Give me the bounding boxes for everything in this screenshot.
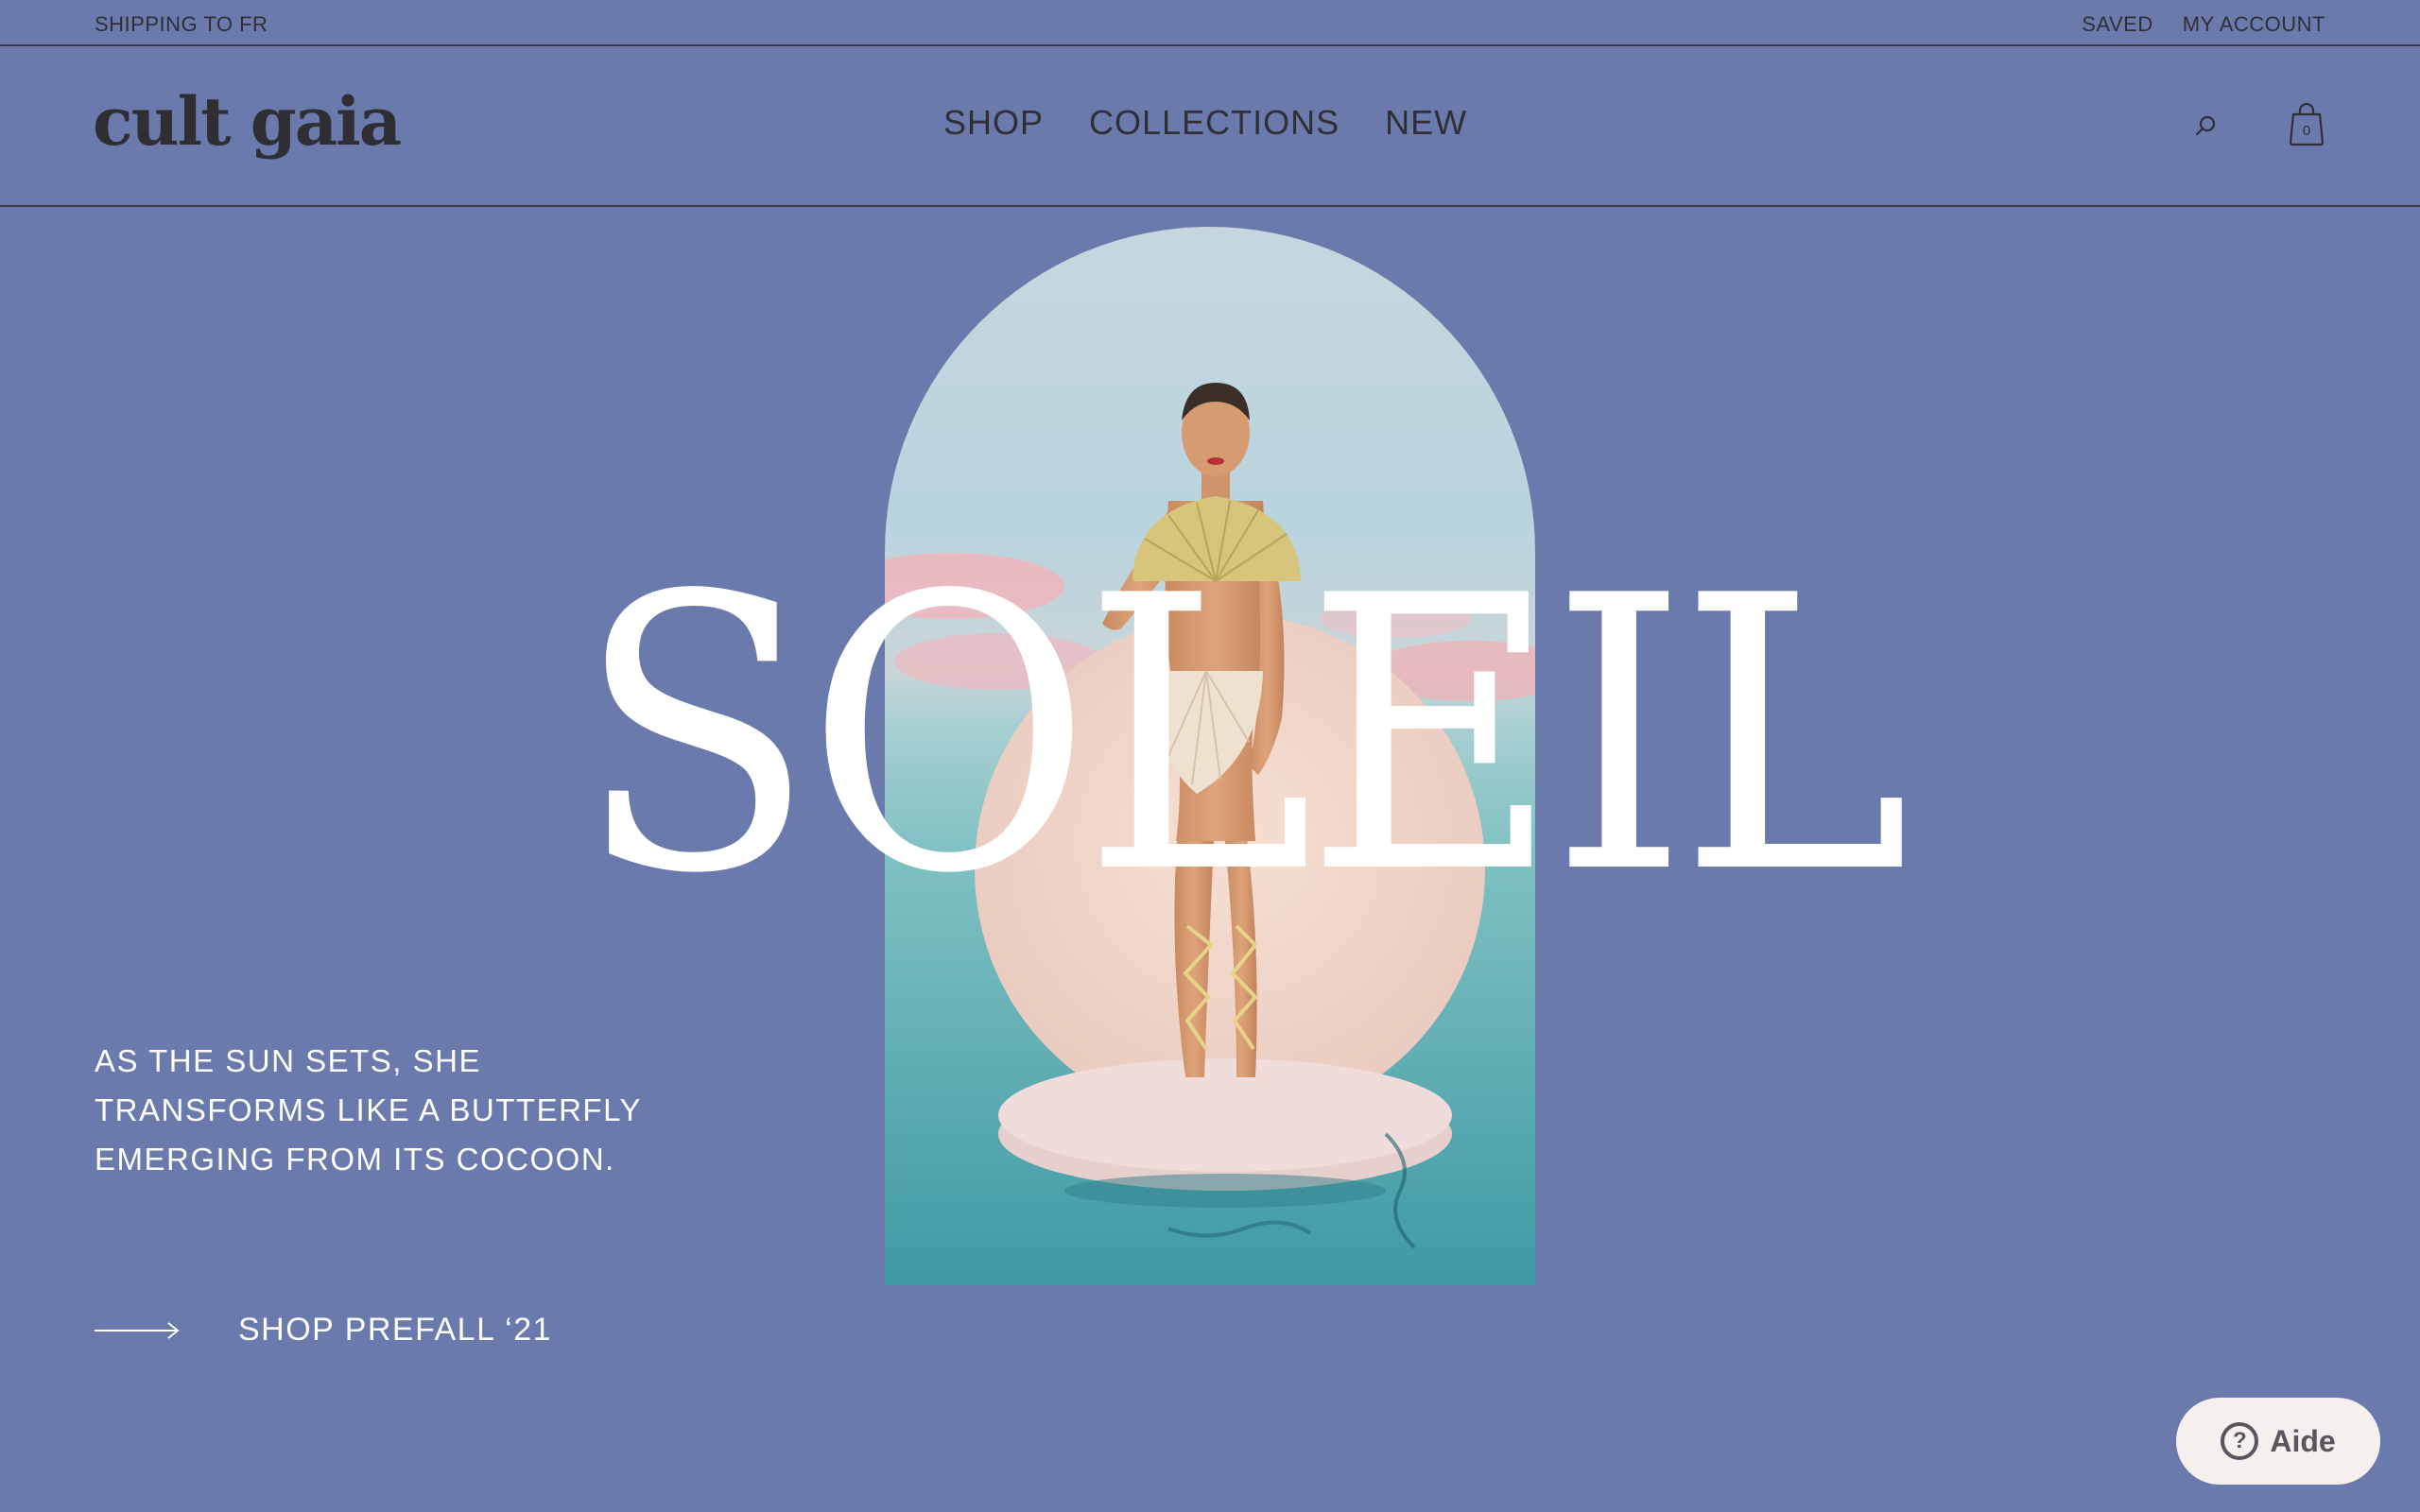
bag-count: 0 bbox=[2303, 123, 2310, 139]
main-header: cult gaia SHOP COLLECTIONS NEW 0 bbox=[0, 46, 2420, 207]
hero-tagline: AS THE SUN SETS, SHE TRANSFORMS LIKE A B… bbox=[95, 1037, 700, 1184]
brand-logo[interactable]: cult gaia bbox=[93, 82, 402, 161]
shopping-bag-icon[interactable]: 0 bbox=[2288, 101, 2325, 146]
tagline-line: TRANSFORMS LIKE A BUTTERFLY bbox=[95, 1092, 642, 1127]
page: SHIPPING TO FR SAVED MY ACCOUNT cult gai… bbox=[0, 0, 2420, 1512]
utility-bar: SHIPPING TO FR SAVED MY ACCOUNT bbox=[0, 0, 2420, 46]
question-circle-icon: ? bbox=[2221, 1422, 2259, 1460]
saved-link[interactable]: SAVED bbox=[2082, 12, 2152, 37]
shipping-country-link[interactable]: SHIPPING TO FR bbox=[95, 12, 268, 37]
help-button[interactable]: ? Aide bbox=[2176, 1398, 2380, 1485]
cta-label: SHOP PREFALL ‘21 bbox=[238, 1312, 553, 1348]
shop-prefall-link[interactable]: SHOP PREFALL ‘21 bbox=[95, 1312, 552, 1349]
account-links: SAVED MY ACCOUNT bbox=[2082, 12, 2325, 37]
tagline-line: AS THE SUN SETS, SHE bbox=[95, 1043, 481, 1078]
tagline-line: EMERGING FROM ITS COCOON. bbox=[95, 1142, 615, 1177]
arrow-right-icon bbox=[95, 1321, 180, 1339]
search-icon[interactable] bbox=[2191, 112, 2220, 141]
help-label: Aide bbox=[2270, 1423, 2336, 1458]
hero-headline: SOLEIL bbox=[577, 517, 1910, 956]
nav-new[interactable]: NEW bbox=[1385, 103, 1467, 143]
nav-shop[interactable]: SHOP bbox=[943, 103, 1044, 143]
nav-collections[interactable]: COLLECTIONS bbox=[1089, 103, 1340, 143]
main-nav: SHOP COLLECTIONS NEW bbox=[943, 103, 1467, 143]
my-account-link[interactable]: MY ACCOUNT bbox=[2183, 12, 2325, 37]
